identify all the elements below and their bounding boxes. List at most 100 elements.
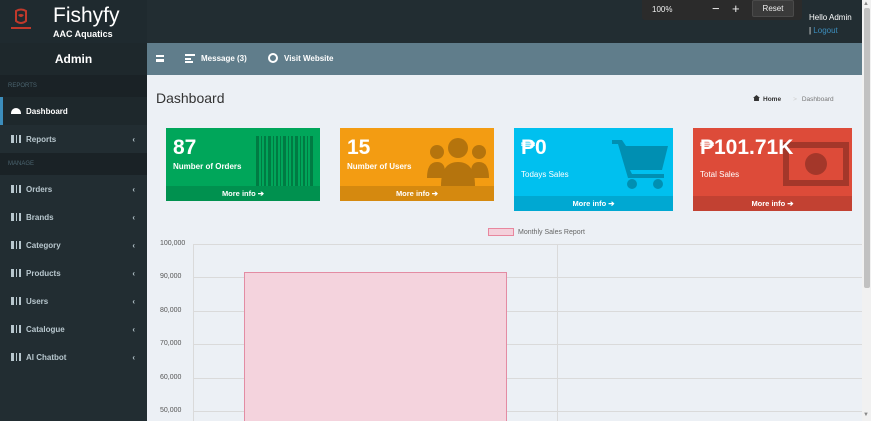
barcode-icon — [256, 136, 313, 186]
scroll-down-arrow-icon[interactable]: ▼ — [863, 412, 869, 418]
today-sales-value: ₱0 — [521, 136, 547, 159]
chevron-left-icon: ‹ — [132, 325, 135, 334]
table-icon — [11, 135, 21, 143]
home-icon — [753, 95, 760, 101]
messages-link[interactable]: Message (3) — [201, 54, 247, 63]
y-tick-label: 70,000 — [160, 340, 182, 348]
breadcrumb-home[interactable]: Home — [763, 96, 781, 103]
table-icon — [11, 325, 21, 333]
visit-website-link[interactable]: Visit Website — [284, 54, 334, 63]
y-tick-label: 100,000 — [160, 240, 186, 247]
monthly-sales-chart: Monthly Sales Report 100,000 90,000 80,000… — [155, 226, 862, 421]
app-title: Fishyfy — [53, 4, 120, 27]
y-tick-label: 50,000 — [160, 406, 182, 414]
sidebar-item-label: Catalogue — [26, 324, 65, 334]
sidebar-item-label: Orders — [26, 184, 53, 194]
chart-legend[interactable]: Monthly Sales Report — [488, 228, 585, 236]
sidebar-section-reports: REPORTS — [0, 75, 147, 97]
logo-area[interactable]: Fishyfy AAC Aquatics — [0, 0, 147, 43]
table-icon — [11, 353, 21, 361]
top-navbar: Message (3) Visit Website — [147, 43, 862, 75]
total-sales-stat-box: ₱101.71K Total Sales More info ➔ — [693, 128, 852, 211]
chevron-left-icon: ‹ — [132, 269, 135, 278]
app-subtitle: AAC Aquatics — [53, 29, 113, 39]
total-sales-more-info-link[interactable]: More info ➔ — [693, 196, 852, 211]
total-sales-value: ₱101.71K — [700, 136, 794, 159]
breadcrumb-current: Dashboard — [801, 96, 834, 103]
y-tick-label: 90,000 — [160, 273, 182, 281]
sidebar-item-label: Dashboard — [26, 106, 68, 116]
sidebar-item-label: Products — [26, 268, 61, 278]
chart-vertical-gridline — [557, 244, 558, 421]
y-tick-label: 60,000 — [160, 373, 182, 381]
chevron-left-icon: ‹ — [132, 297, 135, 306]
sidebar-title: Admin — [0, 43, 147, 75]
today-sales-label: Todays Sales — [521, 170, 569, 179]
chevron-left-icon: ‹ — [132, 241, 135, 250]
orders-count: 87 — [173, 136, 197, 159]
total-sales-label: Total Sales — [700, 170, 740, 179]
cart-icon — [612, 140, 668, 189]
sidebar-item-category[interactable]: Category ‹ — [0, 231, 147, 259]
users-stat-box: 15 Number of Users More info ➔ — [340, 128, 494, 201]
dashboard-icon — [11, 108, 21, 114]
table-icon — [11, 213, 21, 221]
users-label: Number of Users — [347, 162, 412, 171]
zoom-level: 100% — [652, 5, 673, 14]
sidebar-item-products[interactable]: Products ‹ — [0, 259, 147, 287]
user-greeting: Hello Admin — [809, 13, 852, 22]
chart-gridline — [193, 244, 862, 245]
sidebar-item-label: Users — [26, 296, 49, 306]
table-icon — [11, 297, 21, 305]
sidebar-section-manage: MANAGE — [0, 153, 147, 175]
table-icon — [11, 269, 21, 277]
chevron-left-icon: ‹ — [132, 185, 135, 194]
sidebar-item-label: Brands — [26, 212, 54, 222]
users-count: 15 — [347, 136, 371, 159]
zoom-out-button[interactable]: − — [712, 1, 720, 16]
legend-swatch — [488, 228, 514, 236]
zoom-popup: 100% − + Reset — [642, 0, 802, 20]
menu-toggle-icon[interactable] — [156, 55, 164, 62]
table-icon — [11, 185, 21, 193]
legend-label: Monthly Sales Report — [518, 228, 585, 236]
scroll-up-arrow-icon[interactable]: ▲ — [863, 1, 869, 7]
sidebar-item-label: Reports — [26, 134, 57, 144]
globe-icon — [268, 53, 278, 63]
sidebar-item-reports[interactable]: Reports ‹ — [0, 125, 147, 153]
chevron-left-icon: ‹ — [132, 135, 135, 144]
logout-label: Logout — [811, 26, 838, 35]
sidebar-item-orders[interactable]: Orders ‹ — [0, 175, 147, 203]
orders-label: Number of Orders — [173, 162, 242, 171]
breadcrumb: Home > Dashboard — [753, 95, 834, 103]
y-tick-label: 80,000 — [160, 306, 182, 314]
table-icon — [11, 241, 21, 249]
chevron-left-icon: ‹ — [132, 213, 135, 222]
sidebar-item-users[interactable]: Users ‹ — [0, 287, 147, 315]
orders-stat-box: 87 Number of Orders More info ➔ — [166, 128, 320, 201]
sidebar-item-label: Category — [26, 240, 61, 250]
zoom-in-button[interactable]: + — [732, 1, 740, 16]
chart-vertical-gridline — [193, 244, 194, 421]
sidebar-item-dashboard[interactable]: Dashboard — [0, 97, 147, 125]
chart-bar[interactable] — [244, 272, 507, 421]
message-icon — [185, 54, 195, 63]
sidebar-item-ai-chatbot[interactable]: AI Chatbot ‹ — [0, 343, 147, 371]
scrollbar-thumb[interactable] — [864, 8, 870, 288]
sidebar-item-brands[interactable]: Brands ‹ — [0, 203, 147, 231]
sidebar-item-catalogue[interactable]: Catalogue ‹ — [0, 315, 147, 343]
sidebar-item-label: AI Chatbot — [26, 352, 67, 362]
users-icon — [427, 138, 489, 186]
breadcrumb-separator: > — [793, 96, 797, 103]
today-sales-stat-box: ₱0 Todays Sales More info ➔ — [514, 128, 673, 211]
sidebar: Admin REPORTS Dashboard Reports ‹ MANAGE… — [0, 43, 147, 421]
page-title: Dashboard — [156, 90, 225, 106]
logout-link[interactable]: | Logout — [809, 26, 838, 35]
today-sales-more-info-link[interactable]: More info ➔ — [514, 196, 673, 211]
users-more-info-link[interactable]: More info ➔ — [340, 186, 494, 201]
zoom-reset-button[interactable]: Reset — [752, 0, 794, 17]
chevron-left-icon: ‹ — [132, 353, 135, 362]
orders-more-info-link[interactable]: More info ➔ — [166, 186, 320, 201]
top-header: Fishyfy AAC Aquatics 100% − + Reset Hell… — [0, 0, 862, 43]
aquatics-logo-icon — [11, 8, 31, 29]
